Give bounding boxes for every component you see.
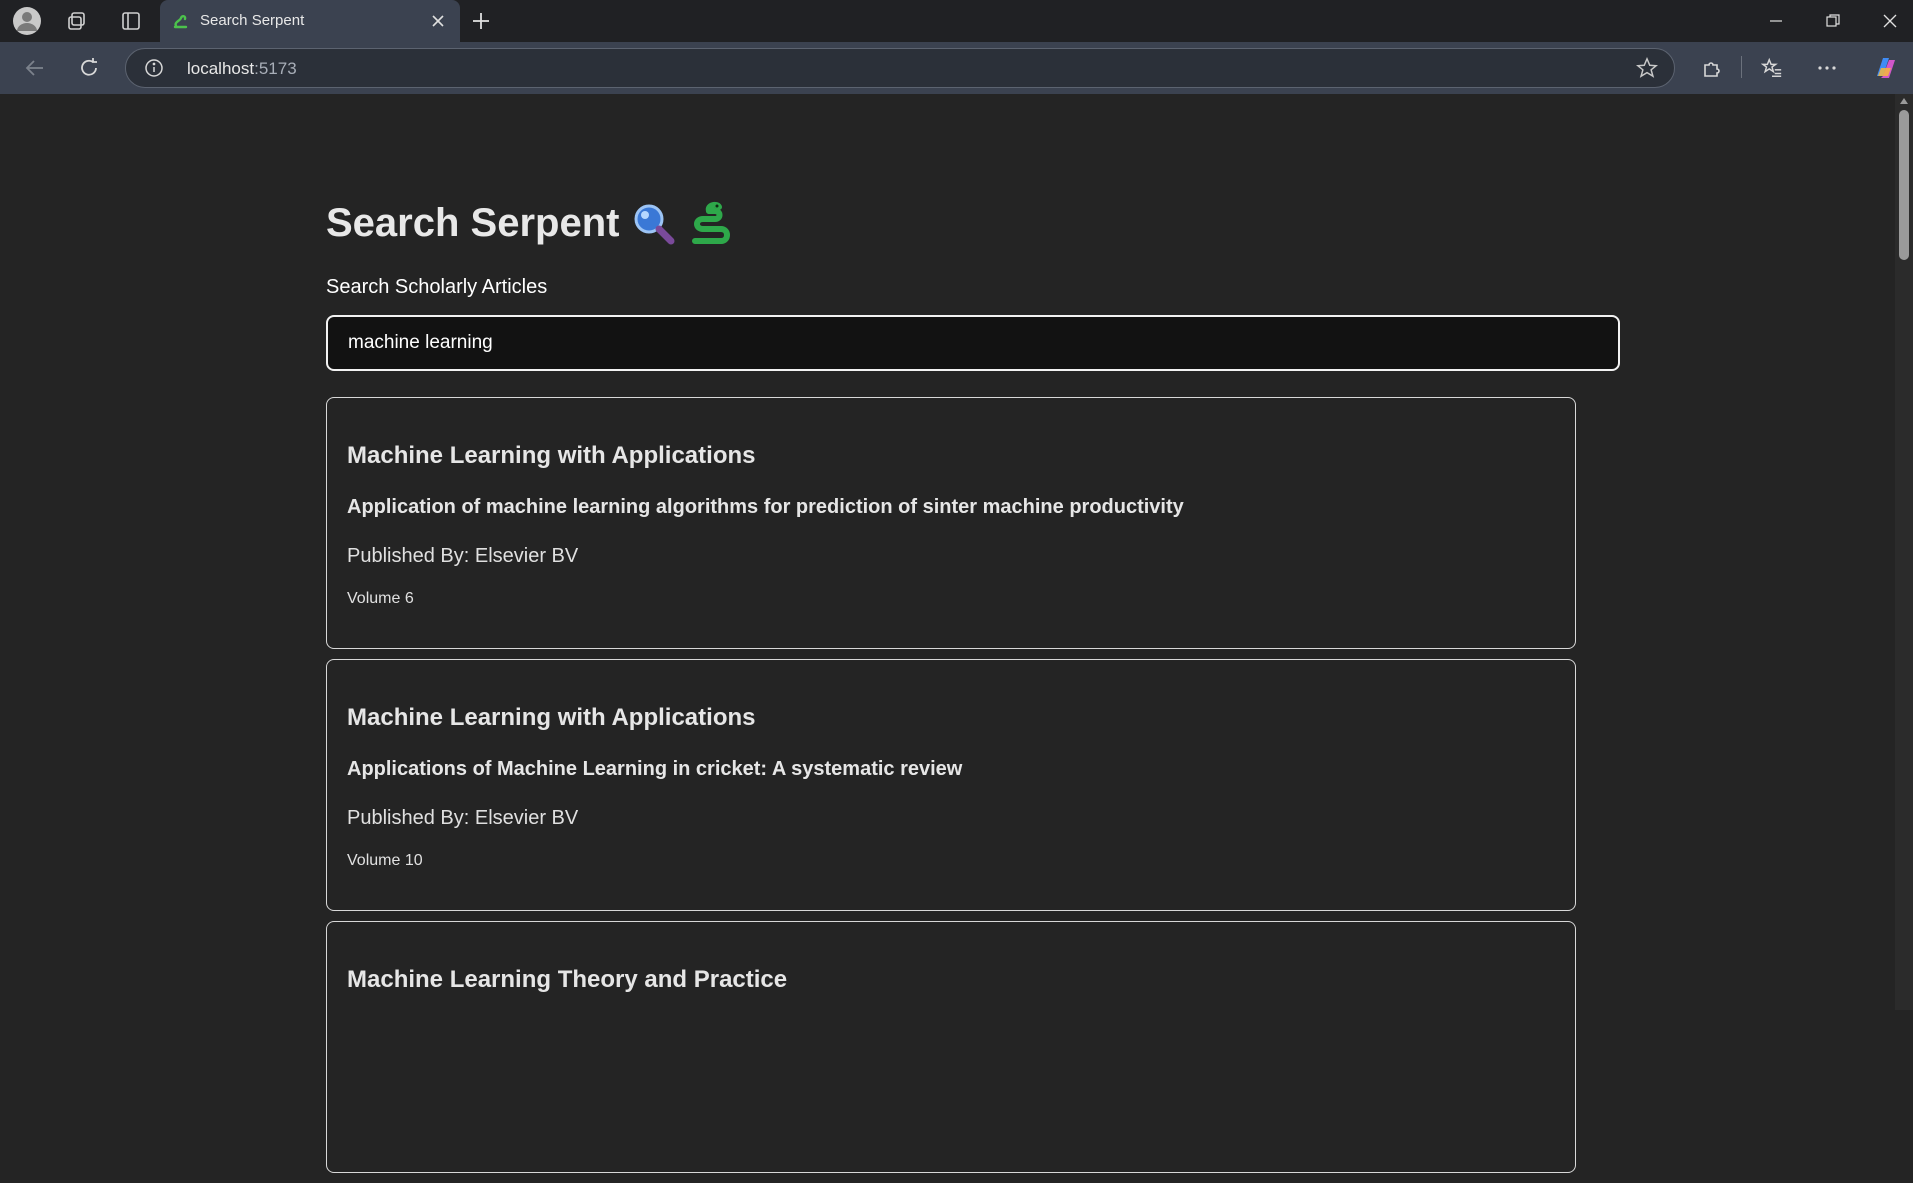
page-title: Search Serpent — [326, 198, 1620, 248]
refresh-icon[interactable] — [72, 52, 106, 84]
workspaces-icon[interactable] — [57, 7, 97, 35]
result-journal: Machine Learning with Applications — [347, 704, 756, 731]
result-title[interactable]: Applications of Machine Learning in cric… — [347, 758, 1555, 781]
tab-search-serpent[interactable]: Search Serpent — [160, 0, 460, 42]
profile-icon[interactable] — [7, 7, 47, 35]
page-scrollbar[interactable] — [1895, 94, 1913, 1010]
result-card[interactable]: Machine Learning Theory and Practice — [326, 921, 1576, 1173]
result-journal: Machine Learning Theory and Practice — [347, 966, 788, 993]
browser-titlebar: Search Serpent — [0, 0, 1913, 42]
result-publisher: Published By: Elsevier BV — [347, 807, 579, 829]
result-card[interactable]: Machine Learning with Applications Appli… — [326, 659, 1576, 911]
app-title-text: Search Serpent — [326, 200, 620, 245]
copilot-icon[interactable] — [1868, 52, 1902, 84]
snake-favicon-icon — [172, 12, 190, 30]
url-port: :5173 — [254, 59, 297, 78]
close-tab-icon[interactable] — [426, 9, 450, 33]
snake-icon — [687, 201, 731, 245]
tab-title: Search Serpent — [200, 12, 305, 29]
toolbar-separator — [1741, 56, 1742, 78]
favorites-icon[interactable] — [1755, 52, 1789, 84]
search-label: Search Scholarly Articles — [326, 276, 548, 298]
result-volume: Volume 6 — [347, 590, 414, 607]
vertical-tabs-icon[interactable] — [111, 7, 151, 35]
results-list: Machine Learning with Applications Appli… — [326, 397, 1576, 1173]
scrollbar-thumb[interactable] — [1899, 110, 1909, 260]
browser-toolbar: localhost:5173 — [0, 42, 1913, 94]
url-host: localhost — [187, 59, 255, 78]
page-viewport: Search Serpent Search Scholarly Articles… — [0, 94, 1895, 1173]
result-journal: Machine Learning with Applications — [347, 442, 756, 469]
address-bar[interactable]: localhost:5173 — [125, 48, 1675, 88]
search-input[interactable] — [326, 315, 1620, 371]
restore-icon[interactable] — [1805, 0, 1861, 42]
close-window-icon[interactable] — [1862, 0, 1913, 42]
result-publisher: Published By: Elsevier BV — [347, 545, 579, 567]
scroll-up-arrow-icon[interactable] — [1900, 98, 1908, 104]
result-card[interactable]: Machine Learning with Applications Appli… — [326, 397, 1576, 649]
favorite-star-icon[interactable] — [1635, 56, 1660, 81]
minimize-icon[interactable] — [1748, 0, 1804, 42]
result-volume: Volume 10 — [347, 852, 423, 869]
more-options-icon[interactable] — [1810, 52, 1844, 84]
result-title[interactable]: Application of machine learning algorith… — [347, 496, 1555, 519]
new-tab-icon[interactable] — [466, 8, 496, 34]
app-container: Search Serpent Search Scholarly Articles… — [326, 198, 1620, 1183]
extensions-icon[interactable] — [1695, 52, 1729, 84]
back-arrow-icon[interactable] — [18, 52, 52, 84]
site-info-icon[interactable] — [144, 58, 164, 78]
magnifying-glass-icon — [631, 201, 675, 245]
url-text: localhost:5173 — [187, 59, 297, 79]
